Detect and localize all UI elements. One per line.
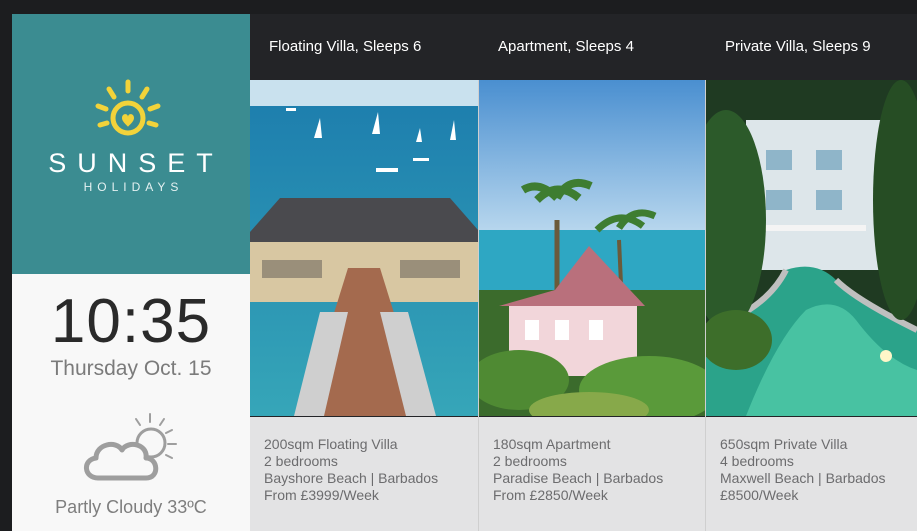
clock-weather-panel: 10:35 Thursday Oct. 15 Partly Cloudy 33º… bbox=[12, 274, 250, 531]
listing-details: 180sqm Apartment 2 bedrooms Paradise Bea… bbox=[479, 417, 705, 531]
listing-bedrooms: 2 bedrooms bbox=[264, 453, 338, 469]
listing-title: Private Villa, Sleeps 9 bbox=[725, 38, 871, 55]
weather-condition: Partly Cloudy 33ºC bbox=[55, 497, 207, 517]
listing-bedrooms: 2 bedrooms bbox=[493, 453, 567, 469]
listing-bedrooms: 4 bedrooms bbox=[720, 453, 794, 469]
listing-photo bbox=[250, 80, 478, 416]
listing-location: Bayshore Beach | Barbados bbox=[264, 470, 439, 486]
listing-header: Private Villa, Sleeps 9 bbox=[706, 14, 917, 80]
listing-details: 650sqm Private Villa 4 bedrooms Maxwell … bbox=[706, 417, 917, 531]
listing-title: Apartment, Sleeps 4 bbox=[498, 38, 634, 55]
listing-price: £8500/Week bbox=[720, 487, 799, 503]
clock-date: Thursday Oct. 15 bbox=[50, 357, 212, 380]
listing-size: 650sqm Private Villa bbox=[720, 436, 848, 452]
signage-screen: SUNSET HOLIDAYS 10:35 Thursday Oct. 15 P… bbox=[12, 14, 917, 531]
listing-size: 180sqm Apartment bbox=[493, 436, 611, 452]
brand-subtitle: HOLIDAYS bbox=[83, 180, 184, 194]
listing-price: From £3999/Week bbox=[264, 487, 379, 503]
clock-time: 10:35 bbox=[50, 287, 212, 356]
listing-card-private-villa: Private Villa, Sleeps 9 650sqm Private V… bbox=[706, 14, 917, 531]
listing-header: Apartment, Sleeps 4 bbox=[479, 14, 705, 80]
listing-location: Paradise Beach | Barbados bbox=[493, 470, 664, 486]
brand-panel: SUNSET HOLIDAYS bbox=[12, 14, 250, 274]
listing-header: Floating Villa, Sleeps 6 bbox=[250, 14, 478, 80]
listing-details: 200sqm Floating Villa 2 bedrooms Bayshor… bbox=[250, 417, 478, 531]
listing-photo bbox=[706, 80, 917, 416]
partly-cloudy-icon bbox=[84, 413, 177, 481]
listing-card-floating-villa: Floating Villa, Sleeps 6 200sqm Floating… bbox=[250, 14, 478, 531]
listing-title: Floating Villa, Sleeps 6 bbox=[269, 38, 422, 55]
listing-card-apartment: Apartment, Sleeps 4 180sqm Apartment 2 b… bbox=[479, 14, 705, 531]
brand-name: SUNSET bbox=[48, 148, 224, 178]
sun-logo-icon bbox=[95, 79, 161, 136]
listing-location: Maxwell Beach | Barbados bbox=[720, 470, 886, 486]
listing-photo bbox=[479, 80, 705, 416]
listing-size: 200sqm Floating Villa bbox=[264, 436, 398, 452]
listing-price: From £2850/Week bbox=[493, 487, 608, 503]
